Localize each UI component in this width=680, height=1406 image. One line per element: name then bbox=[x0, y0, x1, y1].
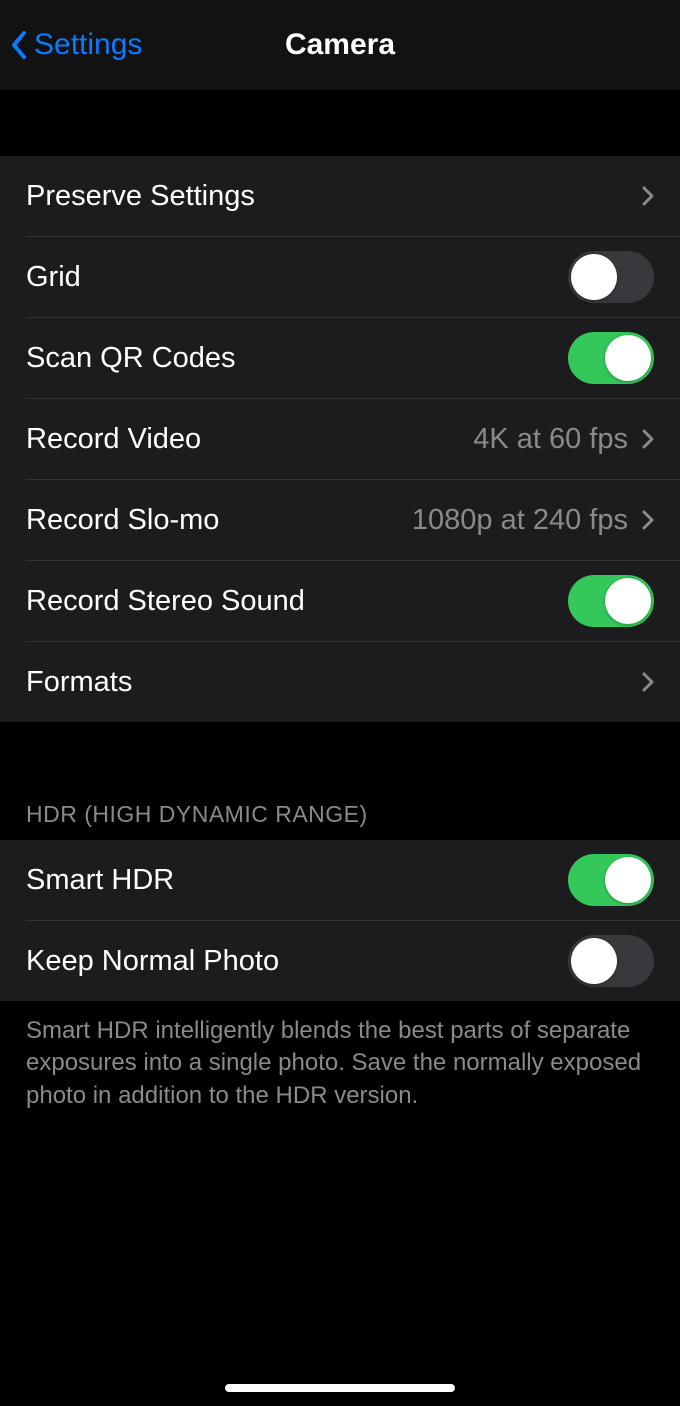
row-record-stereo-sound[interactable]: Record Stereo Sound bbox=[0, 561, 680, 641]
row-label: Grid bbox=[26, 261, 81, 294]
chevron-right-icon bbox=[642, 672, 654, 692]
navigation-bar: Settings Camera bbox=[0, 0, 680, 90]
row-value: 4K at 60 fps bbox=[473, 423, 628, 456]
section-gap bbox=[0, 722, 680, 781]
row-scan-qr-codes[interactable]: Scan QR Codes bbox=[0, 318, 680, 398]
row-label: Smart HDR bbox=[26, 864, 174, 897]
toggle-scan-qr[interactable] bbox=[568, 332, 654, 384]
toggle-keep-normal-photo[interactable] bbox=[568, 935, 654, 987]
row-label: Record Stereo Sound bbox=[26, 585, 305, 618]
chevron-left-icon bbox=[10, 30, 28, 60]
toggle-smart-hdr[interactable] bbox=[568, 854, 654, 906]
section-footer-text: Smart HDR intelligently blends the best … bbox=[26, 1017, 641, 1109]
row-label: Record Slo-mo bbox=[26, 504, 219, 537]
section-header-text: HDR (HIGH DYNAMIC RANGE) bbox=[26, 801, 368, 827]
chevron-right-icon bbox=[642, 429, 654, 449]
toggle-knob bbox=[605, 335, 651, 381]
toggle-grid[interactable] bbox=[568, 251, 654, 303]
row-label: Formats bbox=[26, 666, 132, 699]
toggle-stereo-sound[interactable] bbox=[568, 575, 654, 627]
toggle-knob bbox=[605, 578, 651, 624]
row-grid[interactable]: Grid bbox=[0, 237, 680, 317]
row-label: Keep Normal Photo bbox=[26, 945, 279, 978]
spacer bbox=[0, 90, 680, 156]
chevron-right-icon bbox=[642, 186, 654, 206]
chevron-right-icon bbox=[642, 510, 654, 530]
section-header-hdr: HDR (HIGH DYNAMIC RANGE) bbox=[0, 781, 680, 840]
row-label: Preserve Settings bbox=[26, 180, 255, 213]
toggle-knob bbox=[571, 254, 617, 300]
section-footer-hdr: Smart HDR intelligently blends the best … bbox=[0, 1001, 680, 1112]
row-label: Record Video bbox=[26, 423, 201, 456]
row-label: Scan QR Codes bbox=[26, 342, 236, 375]
home-indicator[interactable] bbox=[225, 1384, 455, 1392]
toggle-knob bbox=[571, 938, 617, 984]
settings-group-hdr: Smart HDR Keep Normal Photo bbox=[0, 840, 680, 1001]
row-preserve-settings[interactable]: Preserve Settings bbox=[0, 156, 680, 236]
back-label: Settings bbox=[34, 28, 142, 62]
settings-group-main: Preserve Settings Grid Scan QR Codes Rec… bbox=[0, 156, 680, 722]
toggle-knob bbox=[605, 857, 651, 903]
row-smart-hdr[interactable]: Smart HDR bbox=[0, 840, 680, 920]
row-record-slomo[interactable]: Record Slo-mo 1080p at 240 fps bbox=[0, 480, 680, 560]
row-record-video[interactable]: Record Video 4K at 60 fps bbox=[0, 399, 680, 479]
page-title: Camera bbox=[285, 28, 395, 62]
row-formats[interactable]: Formats bbox=[0, 642, 680, 722]
back-button[interactable]: Settings bbox=[10, 28, 142, 62]
row-value: 1080p at 240 fps bbox=[412, 504, 628, 537]
row-keep-normal-photo[interactable]: Keep Normal Photo bbox=[0, 921, 680, 1001]
